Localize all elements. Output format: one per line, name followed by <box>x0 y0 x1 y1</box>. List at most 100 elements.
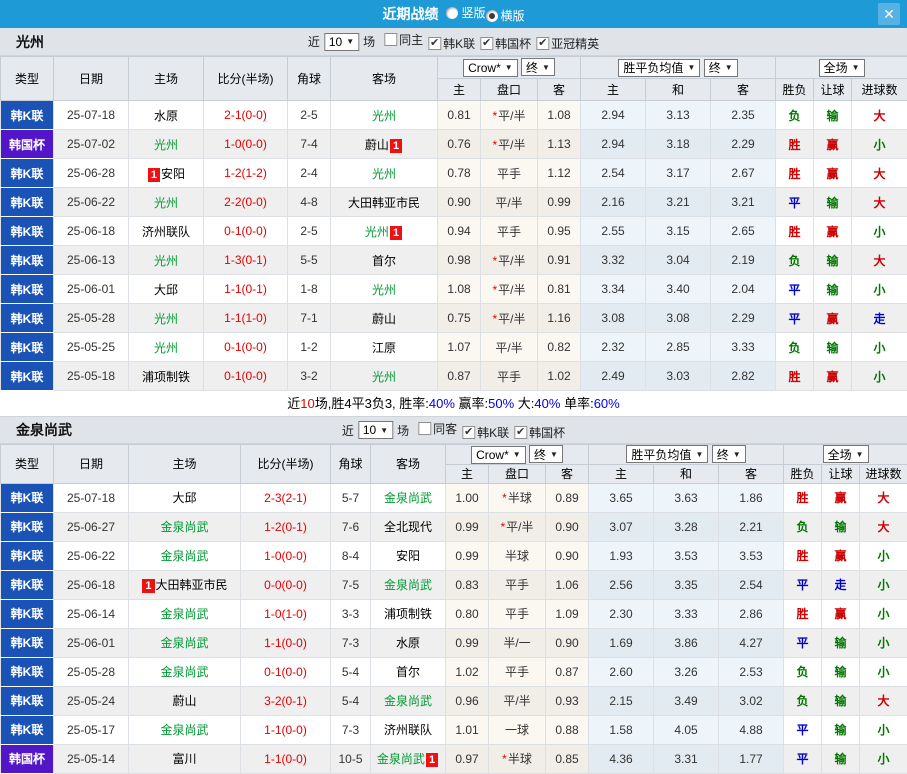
summary-segment: 单率: <box>560 396 593 411</box>
radio-icon[interactable] <box>486 10 498 22</box>
col-score: 比分(半场) <box>204 57 288 101</box>
match-row: 韩K联25-05-24蔚山3-2(0-1)5-4金泉尚武0.96平/半0.932… <box>1 686 907 715</box>
games-label: 场 <box>397 422 409 439</box>
checkbox-icon[interactable]: ✔ <box>428 37 441 50</box>
away-team: 光州 <box>331 159 438 188</box>
away-team: 济州联队 <box>371 715 446 744</box>
filter-checkbox[interactable]: ✔韩国杯 <box>480 35 531 52</box>
handicap-value: *半球 <box>489 483 546 512</box>
radio-icon[interactable] <box>446 7 458 19</box>
home-team: 光州 <box>129 188 204 217</box>
team-name-text: 光州 <box>372 370 396 384</box>
match-row: 韩K联25-05-28光州1-1(1-0)7-1蔚山0.75*平/半1.163.… <box>1 304 907 333</box>
mean-away-odds: 2.19 <box>711 246 776 275</box>
chevron-down-icon: ▼ <box>346 37 354 46</box>
odds-company-select[interactable]: Crow*▼ <box>471 446 526 464</box>
away-team: 金泉尚武 <box>371 483 446 512</box>
home-team: 济州联队 <box>129 217 204 246</box>
away-team: 光州 <box>331 362 438 391</box>
wdl-result: 胜 <box>784 483 822 512</box>
checkbox-icon[interactable]: ✔ <box>462 426 475 439</box>
away-odds: 1.02 <box>538 362 581 391</box>
mean-away-odds: 4.27 <box>719 628 784 657</box>
mean-away-odds: 2.86 <box>719 599 784 628</box>
league-badge: 韩K联 <box>1 333 54 362</box>
match-row: 韩K联25-06-181大田韩亚市民0-0(0-0)7-5金泉尚武0.83平手1… <box>1 570 907 599</box>
filter-checkbox[interactable]: ✔韩K联 <box>462 424 509 441</box>
home-team: 水原 <box>129 101 204 130</box>
match-score: 1-2(0-1) <box>241 512 331 541</box>
goals-result: 小 <box>860 599 907 628</box>
home-team: 金泉尚武 <box>129 628 241 657</box>
handicap-value: 半/一 <box>489 628 546 657</box>
match-date: 25-05-25 <box>54 333 129 362</box>
away-odds: 0.88 <box>546 715 589 744</box>
close-button[interactable]: ✕ <box>878 3 900 25</box>
match-score: 1-1(0-0) <box>241 744 331 773</box>
away-odds: 0.85 <box>546 744 589 773</box>
mean-final-select[interactable]: 终▼ <box>712 445 746 463</box>
team-name-text: 浦项制铁 <box>142 370 190 384</box>
match-date: 25-06-01 <box>54 275 129 304</box>
mean-draw-odds: 3.04 <box>646 246 711 275</box>
checkbox-icon[interactable]: ✔ <box>480 37 493 50</box>
checkbox-icon[interactable] <box>384 33 397 46</box>
team-name-text: 金泉尚武 <box>384 491 432 505</box>
mean-type-select[interactable]: 胜平负均值▼ <box>626 445 708 463</box>
filter-checkbox[interactable]: 同客 <box>418 420 457 437</box>
handicap-value: 平手 <box>481 362 538 391</box>
match-row: 韩K联25-06-22光州2-2(0-0)4-8大田韩亚市民0.90平/半0.9… <box>1 188 907 217</box>
fulltime-select[interactable]: 全场▼ <box>823 445 869 463</box>
corner-score: 5-4 <box>331 657 371 686</box>
col-wdl: 胜负 <box>784 464 822 483</box>
away-team: 光州 <box>331 275 438 304</box>
team-title: 光州 <box>16 32 44 52</box>
col-goals: 进球数 <box>860 464 907 483</box>
mean-type-select[interactable]: 胜平负均值▼ <box>618 59 700 77</box>
col-handicap-result: 让球 <box>814 79 852 101</box>
handicap-result: 输 <box>814 101 852 130</box>
corner-score: 5-5 <box>288 246 331 275</box>
match-count-select[interactable]: 10▼ <box>324 33 359 51</box>
match-score: 0-0(0-0) <box>241 570 331 599</box>
fulltime-select[interactable]: 全场▼ <box>819 59 865 77</box>
filter-checkbox[interactable]: ✔韩国杯 <box>514 424 565 441</box>
match-count-select[interactable]: 10▼ <box>358 421 393 439</box>
team-name-text: 安阳 <box>161 167 185 181</box>
titlebar: 近期战绩 竖版横版 ✕ <box>0 0 907 28</box>
mean-final-select[interactable]: 终▼ <box>704 59 738 77</box>
filter-checkbox[interactable]: 同主 <box>384 31 423 48</box>
mean-draw-odds: 2.85 <box>646 333 711 362</box>
checkbox-icon[interactable]: ✔ <box>536 37 549 50</box>
away-odds: 1.16 <box>538 304 581 333</box>
wdl-result: 胜 <box>776 217 814 246</box>
checkbox-icon[interactable]: ✔ <box>514 426 527 439</box>
team-name-text: 水原 <box>154 109 178 123</box>
home-odds: 1.08 <box>438 275 481 304</box>
team-section: 金泉尚武 近 10▼ 场 同客✔韩K联✔韩国杯 类型 日期 主场 比分(半场) … <box>0 416 907 774</box>
wdl-result: 负 <box>784 657 822 686</box>
home-team: 光州 <box>129 304 204 333</box>
away-odds: 1.06 <box>546 570 589 599</box>
home-odds: 0.76 <box>438 130 481 159</box>
mean-draw-odds: 3.53 <box>654 541 719 570</box>
view-mode-radio[interactable]: 竖版 <box>446 4 485 21</box>
corner-score: 7-6 <box>331 512 371 541</box>
view-mode-radio[interactable]: 横版 <box>486 7 525 24</box>
home-team: 金泉尚武 <box>129 657 241 686</box>
odds-company-select[interactable]: Crow*▼ <box>463 59 518 77</box>
filter-checkbox[interactable]: ✔亚冠精英 <box>536 35 599 52</box>
team-name-text: 富川 <box>172 752 196 766</box>
chevron-down-icon: ▼ <box>695 450 703 459</box>
near-label: 近 <box>308 33 320 50</box>
odds-final-select[interactable]: 终▼ <box>529 445 563 463</box>
mean-home-odds: 3.65 <box>589 483 654 512</box>
checkbox-icon[interactable] <box>418 422 431 435</box>
odds-final-select[interactable]: 终▼ <box>521 58 555 76</box>
corner-score: 7-3 <box>331 715 371 744</box>
filter-checkbox[interactable]: ✔韩K联 <box>428 35 475 52</box>
goals-result: 小 <box>852 217 907 246</box>
mean-draw-odds: 3.31 <box>654 744 719 773</box>
corner-score: 10-5 <box>331 744 371 773</box>
chevron-down-icon: ▼ <box>733 450 741 459</box>
